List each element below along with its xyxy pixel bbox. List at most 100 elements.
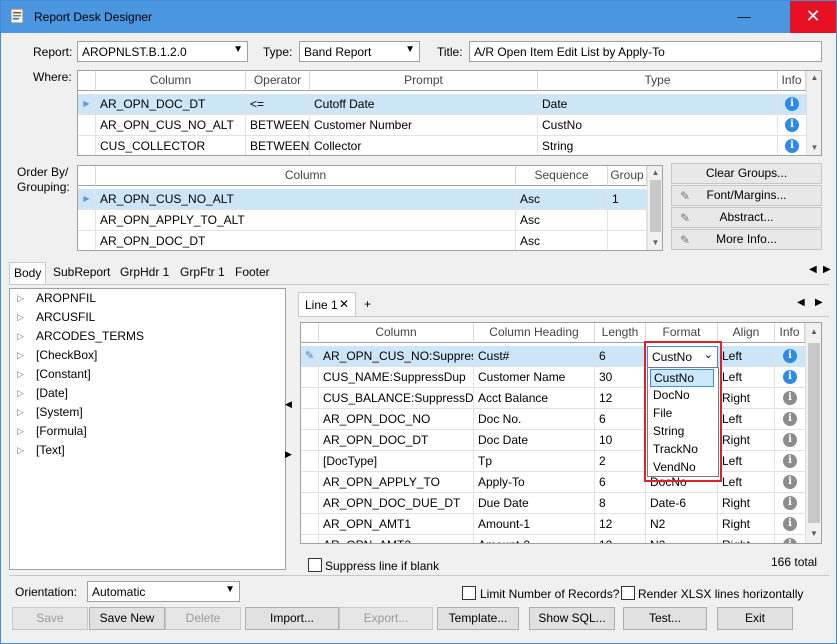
expand-icon[interactable]: ▷ xyxy=(17,441,24,460)
import-button[interactable]: Import... xyxy=(245,607,339,630)
type-select[interactable]: Band Report ▼ xyxy=(299,41,420,62)
info-icon[interactable]: i xyxy=(783,454,797,468)
body-cell-length[interactable]: 2 xyxy=(595,451,646,472)
splitter-left-icon[interactable]: ◀ xyxy=(285,399,292,410)
tab-footer[interactable]: Footer xyxy=(235,265,270,279)
expand-icon[interactable]: ▷ xyxy=(17,289,24,308)
test-button[interactable]: Test... xyxy=(623,607,707,630)
save-button[interactable]: Save xyxy=(12,607,88,630)
body-cell-align[interactable]: Right xyxy=(718,535,775,543)
close-button[interactable]: ✕ xyxy=(790,1,836,33)
body-row[interactable]: AR_OPN_DOC_DUE_DT Due Date 8 Date-6 Right i xyxy=(301,493,805,514)
body-cell-length[interactable]: 6 xyxy=(595,346,646,367)
body-cell-format[interactable]: N2 xyxy=(646,514,718,535)
delete-button[interactable]: Delete xyxy=(165,607,241,630)
expand-icon[interactable]: ▷ xyxy=(17,346,24,365)
body-cell-column[interactable]: AR_OPN_AMT1 xyxy=(319,514,474,535)
show-sql-button[interactable]: Show SQL... xyxy=(529,607,615,630)
info-icon[interactable]: i xyxy=(783,475,797,489)
body-cell-length[interactable]: 12 xyxy=(595,514,646,535)
body-cell-length[interactable]: 6 xyxy=(595,409,646,430)
info-icon[interactable]: i xyxy=(783,370,797,384)
body-row[interactable]: AR_OPN_DOC_NO Doc No. 6 Left i xyxy=(301,409,805,430)
tab-scroll-right-icon[interactable]: ▶ xyxy=(823,264,831,275)
body-cell-align[interactable]: Left xyxy=(718,346,775,367)
expand-icon[interactable]: ▷ xyxy=(17,403,24,422)
close-icon[interactable]: ✕ xyxy=(339,297,349,311)
scroll-up-icon[interactable]: ▲ xyxy=(806,325,821,339)
tree-node[interactable]: ▷ [System] xyxy=(10,403,285,422)
tree-node[interactable]: ▷ [Constant] xyxy=(10,365,285,384)
info-icon[interactable]: i xyxy=(783,517,797,531)
suppress-line-checkbox[interactable] xyxy=(308,558,322,572)
scroll-thumb[interactable] xyxy=(808,343,820,523)
body-row[interactable]: AR_OPN_AMT1 Amount-1 12 N2 Right i xyxy=(301,514,805,535)
info-icon[interactable]: i xyxy=(783,433,797,447)
where-row[interactable]: CUS_COLLECTOR BETWEEN Collector String i xyxy=(78,136,806,155)
body-cell-align[interactable]: Left xyxy=(718,367,775,388)
tab-grphdr-1[interactable]: GrpHdr 1 xyxy=(120,265,169,279)
body-row[interactable]: CUS_NAME:SuppressDup Customer Name 30 Left i xyxy=(301,367,805,388)
tab-subreport[interactable]: SubReport xyxy=(53,265,110,279)
body-cell-heading[interactable]: Apply-To xyxy=(474,472,595,493)
body-cell-heading[interactable]: Acct Balance xyxy=(474,388,595,409)
body-cell-heading[interactable]: Amount-1 xyxy=(474,514,595,535)
body-cell-align[interactable]: Left xyxy=(718,409,775,430)
tab-grpftr-1[interactable]: GrpFtr 1 xyxy=(180,265,225,279)
body-cell-format[interactable]: N2 xyxy=(646,535,718,543)
body-cell-column[interactable]: AR_OPN_AMT2 xyxy=(319,535,474,543)
body-cell-heading[interactable]: Due Date xyxy=(474,493,595,514)
scroll-down-icon[interactable]: ▼ xyxy=(806,527,821,541)
info-icon[interactable]: i xyxy=(783,496,797,510)
body-row[interactable]: CUS_BALANCE:SuppressDup Acct Balance 12 Rig… xyxy=(301,388,805,409)
body-row[interactable]: ✎AR_OPN_CUS_NO:Suppress...Cust#6CustNoLe… xyxy=(301,346,805,367)
abstract-button[interactable]: ✎ Abstract... xyxy=(671,207,822,228)
splitter-right-icon[interactable]: ▶ xyxy=(285,449,292,460)
body-cell-length[interactable]: 10 xyxy=(595,430,646,451)
body-cell-length[interactable]: 6 xyxy=(595,472,646,493)
expand-icon[interactable]: ▷ xyxy=(17,365,24,384)
scroll-up-icon[interactable]: ▲ xyxy=(648,166,662,180)
scroll-thumb[interactable] xyxy=(650,180,661,232)
body-cell-column[interactable]: CUS_BALANCE:SuppressDup xyxy=(319,388,474,409)
body-cell-length[interactable]: 30 xyxy=(595,367,646,388)
expand-icon[interactable]: ▷ xyxy=(17,327,24,346)
info-icon[interactable]: i xyxy=(785,97,799,111)
expand-icon[interactable]: ▷ xyxy=(17,422,24,441)
body-cell-column[interactable]: AR_OPN_DOC_NO xyxy=(319,409,474,430)
exit-button[interactable]: Exit xyxy=(717,607,793,630)
where-row[interactable]: AR_OPN_CUS_NO_ALT BETWEEN Customer Numbe… xyxy=(78,115,806,136)
report-select[interactable]: AROPNLST.B.1.2.0 ▼ xyxy=(77,41,248,62)
body-cell-column[interactable]: CUS_NAME:SuppressDup xyxy=(319,367,474,388)
body-row[interactable]: AR_OPN_DOC_DT Doc Date 10 Right i xyxy=(301,430,805,451)
info-icon[interactable]: i xyxy=(783,349,797,363)
body-cell-length[interactable]: 12 xyxy=(595,388,646,409)
tree-node[interactable]: ▷ [CheckBox] xyxy=(10,346,285,365)
where-scrollbar[interactable]: ▲ ▼ xyxy=(806,71,821,155)
tree-node[interactable]: ▷ [Date] xyxy=(10,384,285,403)
scroll-down-icon[interactable]: ▼ xyxy=(648,236,662,250)
minimize-button[interactable]: — xyxy=(730,1,758,33)
body-cell-length[interactable]: 12 xyxy=(595,535,646,543)
clear-groups-button[interactable]: Clear Groups... xyxy=(671,163,822,184)
orientation-select[interactable]: Automatic ▼ xyxy=(87,581,240,602)
body-cell-heading[interactable]: Customer Name xyxy=(474,367,595,388)
body-cell-heading[interactable]: Amount-2 xyxy=(474,535,595,543)
body-cell-column[interactable]: [DocType] xyxy=(319,451,474,472)
tree-node[interactable]: ▷ [Text] xyxy=(10,441,285,460)
body-cell-align[interactable]: Left xyxy=(718,472,775,493)
body-cell-align[interactable]: Left xyxy=(718,451,775,472)
body-cell-heading[interactable]: Cust# xyxy=(474,346,595,367)
body-row[interactable]: [DocType] Tp 2 Left i xyxy=(301,451,805,472)
body-cell-heading[interactable]: Doc No. xyxy=(474,409,595,430)
tree-node[interactable]: ▷ AROPNFIL xyxy=(10,289,285,308)
body-cell-align[interactable]: Right xyxy=(718,388,775,409)
tab-body[interactable]: Body xyxy=(9,262,46,285)
body-row[interactable]: AR_OPN_AMT2Amount-212N2Right i xyxy=(301,535,805,543)
scroll-down-icon[interactable]: ▼ xyxy=(807,141,821,155)
scroll-up-icon[interactable]: ▲ xyxy=(807,71,821,85)
tree-node[interactable]: ▷ ARCODES_TERMS xyxy=(10,327,285,346)
expand-icon[interactable]: ▷ xyxy=(17,308,24,327)
info-icon[interactable]: i xyxy=(785,118,799,132)
tab-scroll-left-icon[interactable]: ◀ xyxy=(809,264,817,275)
